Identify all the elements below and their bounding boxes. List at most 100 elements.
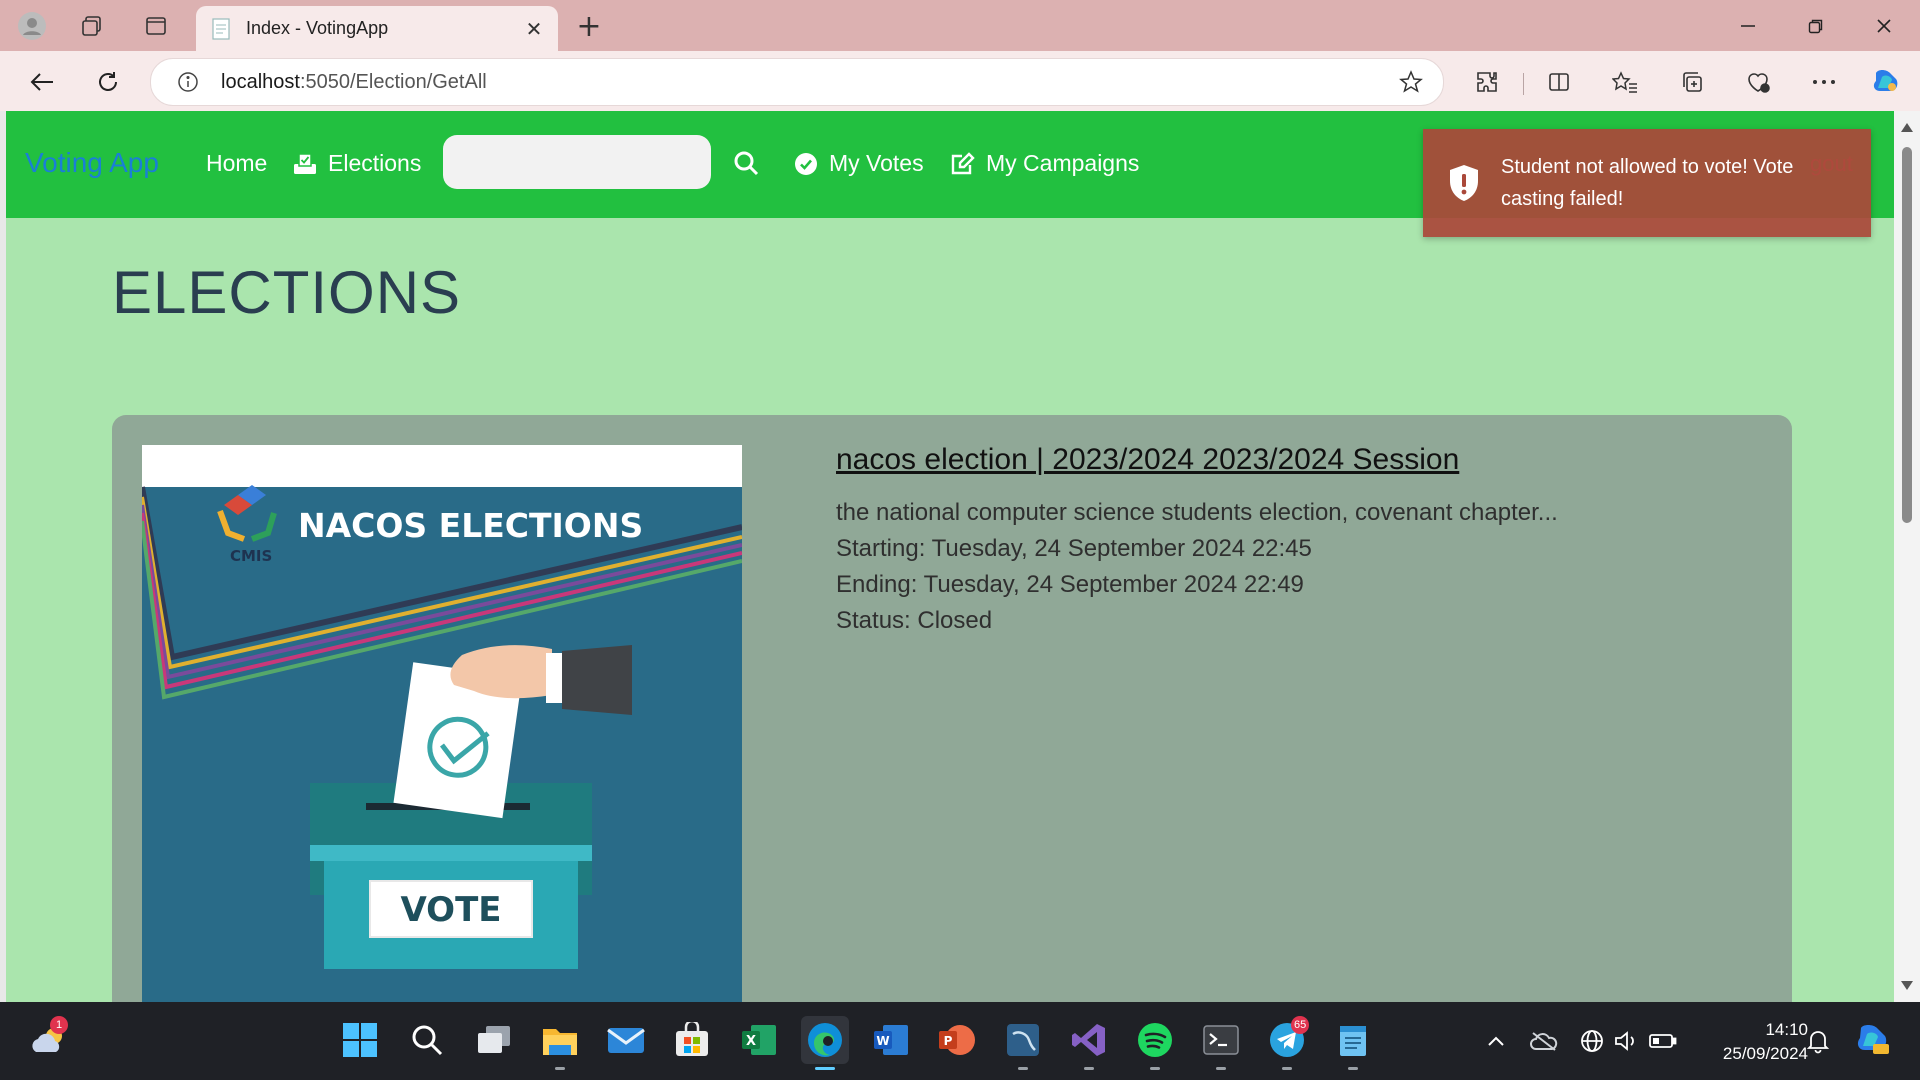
ballot-icon xyxy=(292,151,318,177)
more-menu-icon[interactable] xyxy=(1806,65,1842,99)
powerpoint-icon[interactable]: P xyxy=(933,1016,981,1064)
task-view-icon[interactable] xyxy=(470,1016,518,1064)
scrollbar-thumb[interactable] xyxy=(1902,147,1912,523)
svg-text:X: X xyxy=(746,1034,756,1049)
search-icon[interactable] xyxy=(728,145,764,181)
excel-icon[interactable]: X xyxy=(735,1016,783,1064)
clock-time: 14:10 xyxy=(1765,1020,1808,1039)
split-screen-icon[interactable] xyxy=(1541,65,1577,99)
site-info-icon[interactable] xyxy=(175,69,201,95)
vertical-tabs-icon[interactable] xyxy=(140,10,172,42)
network-globe-icon[interactable] xyxy=(1577,1026,1607,1056)
telegram-badge: 65 xyxy=(1291,1016,1310,1034)
nav-elections-link[interactable]: Elections xyxy=(292,150,421,177)
election-details: nacos election | 2023/2024 2023/2024 Ses… xyxy=(836,443,1756,639)
election-description: the national computer science students e… xyxy=(836,499,1558,526)
system-clock[interactable]: 14:10 25/09/2024 xyxy=(1690,1018,1808,1066)
profile-icon[interactable] xyxy=(16,10,48,42)
spotify-icon[interactable] xyxy=(1131,1016,1179,1070)
election-title-link[interactable]: nacos election | 2023/2024 2023/2024 Ses… xyxy=(836,443,1756,477)
collections-icon[interactable] xyxy=(1674,65,1710,99)
search-input[interactable] xyxy=(443,135,711,189)
active-tab[interactable]: Index - VotingApp ✕ xyxy=(196,6,558,51)
close-window-button[interactable] xyxy=(1856,8,1912,44)
workspaces-icon[interactable] xyxy=(76,10,108,42)
nav-home-link[interactable]: Home xyxy=(206,150,267,177)
back-button[interactable] xyxy=(22,63,62,101)
running-indicator xyxy=(1018,1067,1028,1070)
address-bar[interactable]: localhost:5050/Election/GetAll xyxy=(150,58,1444,106)
favorites-icon[interactable] xyxy=(1607,65,1643,99)
edit-icon xyxy=(950,151,976,177)
word-icon[interactable]: W xyxy=(867,1016,915,1064)
page-title: ELECTIONS xyxy=(112,259,462,326)
copilot-taskbar-icon[interactable] xyxy=(1848,1016,1896,1064)
page-scrollbar[interactable] xyxy=(1894,111,1920,1002)
edge-browser-icon[interactable] xyxy=(801,1016,849,1070)
weather-badge: 1 xyxy=(50,1016,68,1034)
svg-text:P: P xyxy=(944,1034,953,1048)
nav-home-label: Home xyxy=(206,150,268,176)
toast-message: Student not allowed to vote! Vote castin… xyxy=(1501,156,1794,210)
election-status: Status: Closed xyxy=(836,607,993,634)
svg-text:W: W xyxy=(876,1034,889,1048)
address-bar-row: localhost:5050/Election/GetAll xyxy=(0,51,1920,111)
scroll-down-arrow-icon[interactable] xyxy=(1901,981,1913,990)
web-page-viewport: Voting App Home Elections My Votes My Ca… xyxy=(6,111,1894,1002)
brand-link[interactable]: Voting App xyxy=(25,147,159,179)
new-tab-button[interactable]: + xyxy=(572,9,606,44)
mysql-workbench-icon[interactable] xyxy=(999,1016,1047,1070)
terminal-icon[interactable] xyxy=(1197,1016,1245,1070)
store-icon[interactable] xyxy=(668,1016,716,1064)
running-indicator xyxy=(1216,1067,1226,1070)
minimize-window-button[interactable] xyxy=(1720,8,1776,44)
error-toast[interactable]: Student not allowed to vote! Vote castin… xyxy=(1423,129,1871,237)
check-circle-icon xyxy=(793,151,819,177)
visual-studio-icon[interactable] xyxy=(1065,1016,1113,1070)
telegram-icon[interactable]: 65 xyxy=(1263,1016,1311,1070)
scroll-up-arrow-icon[interactable] xyxy=(1901,123,1913,132)
running-indicator xyxy=(1282,1067,1292,1070)
page-favicon-icon xyxy=(210,17,232,40)
close-tab-icon[interactable]: ✕ xyxy=(520,15,548,43)
weather-widget-icon[interactable]: 1 xyxy=(24,1016,72,1064)
show-hidden-icons-chevron-icon[interactable] xyxy=(1481,1026,1511,1056)
active-app-indicator xyxy=(815,1067,835,1070)
image-vote-text: VOTE xyxy=(400,890,501,930)
election-image[interactable]: NACOS ELECTIONS CMIS VOTE xyxy=(142,445,742,1002)
browser-tab-strip: Index - VotingApp ✕ + xyxy=(0,0,1920,51)
running-indicator xyxy=(1084,1067,1094,1070)
search-taskbar-icon[interactable] xyxy=(403,1016,451,1064)
refresh-button[interactable] xyxy=(88,63,128,101)
notifications-bell-icon[interactable] xyxy=(1803,1026,1833,1056)
toolbar-separator xyxy=(1523,73,1524,95)
nav-my-votes-link[interactable]: My Votes xyxy=(793,150,924,177)
running-indicator xyxy=(1348,1067,1358,1070)
url-text: localhost:5050/Election/GetAll xyxy=(221,70,487,93)
file-explorer-icon[interactable] xyxy=(536,1016,584,1070)
mail-icon[interactable] xyxy=(602,1016,650,1064)
onedrive-icon[interactable] xyxy=(1529,1026,1559,1056)
election-card: NACOS ELECTIONS CMIS VOTE nacos election… xyxy=(112,415,1792,1002)
start-windows-icon[interactable] xyxy=(336,1016,384,1064)
volume-icon[interactable] xyxy=(1611,1026,1641,1056)
nav-my-campaigns-link[interactable]: My Campaigns xyxy=(950,150,1139,177)
shield-warning-icon xyxy=(1445,161,1483,205)
election-end-time: Ending: Tuesday, 24 September 2024 22:49 xyxy=(836,571,1304,598)
image-logo-text: CMIS xyxy=(230,547,272,565)
tab-title: Index - VotingApp xyxy=(246,18,389,38)
restore-window-button[interactable] xyxy=(1788,8,1844,44)
nav-my-campaigns-label: My Campaigns xyxy=(986,150,1140,176)
favorite-star-icon[interactable] xyxy=(1397,68,1425,96)
nav-elections-label: Elections xyxy=(328,150,422,176)
browser-essentials-icon[interactable] xyxy=(1740,65,1776,99)
image-title-text: NACOS ELECTIONS xyxy=(298,506,643,545)
copilot-icon[interactable] xyxy=(1868,65,1904,99)
nav-my-votes-label: My Votes xyxy=(829,150,924,176)
nacos-vote-illustration: NACOS ELECTIONS CMIS VOTE xyxy=(142,445,742,1002)
election-start-time: Starting: Tuesday, 24 September 2024 22:… xyxy=(836,535,1312,562)
notepad-icon[interactable] xyxy=(1329,1016,1377,1070)
battery-icon[interactable] xyxy=(1648,1026,1678,1056)
running-indicator xyxy=(1150,1067,1160,1070)
extensions-icon[interactable] xyxy=(1469,65,1505,99)
